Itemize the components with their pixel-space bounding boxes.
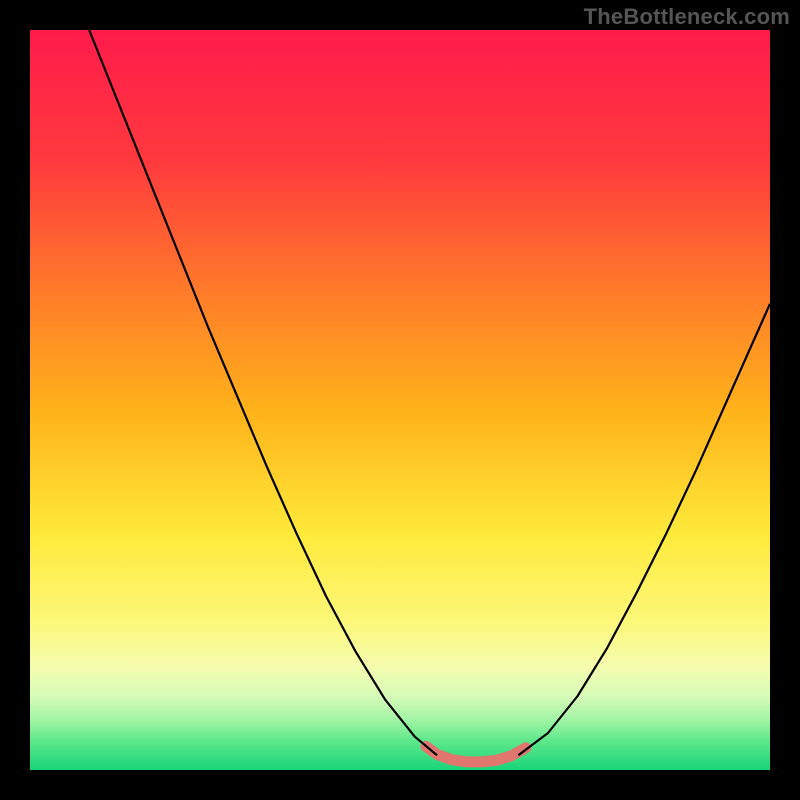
chart-frame: TheBottleneck.com — [0, 0, 800, 800]
curve-layer — [30, 30, 770, 770]
plot-area — [30, 30, 770, 770]
series-right-branch — [518, 304, 770, 755]
watermark-text: TheBottleneck.com — [584, 4, 790, 30]
series-left-branch — [89, 30, 437, 755]
series-bottom-highlight — [426, 746, 526, 762]
